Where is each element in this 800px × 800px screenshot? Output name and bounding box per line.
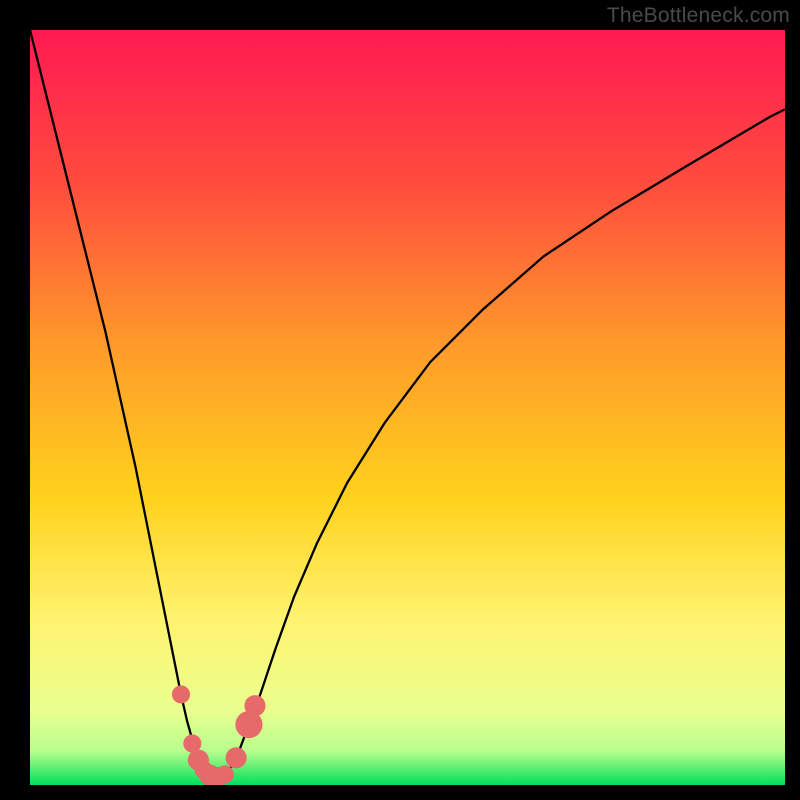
plot-area — [30, 30, 785, 785]
bottleneck-chart — [30, 30, 785, 785]
data-point — [172, 685, 190, 703]
data-point — [226, 747, 247, 768]
gradient-background — [30, 30, 785, 785]
chart-frame: TheBottleneck.com — [0, 0, 800, 800]
watermark-text: TheBottleneck.com — [607, 4, 790, 28]
data-point — [216, 765, 234, 783]
data-point — [244, 695, 265, 716]
